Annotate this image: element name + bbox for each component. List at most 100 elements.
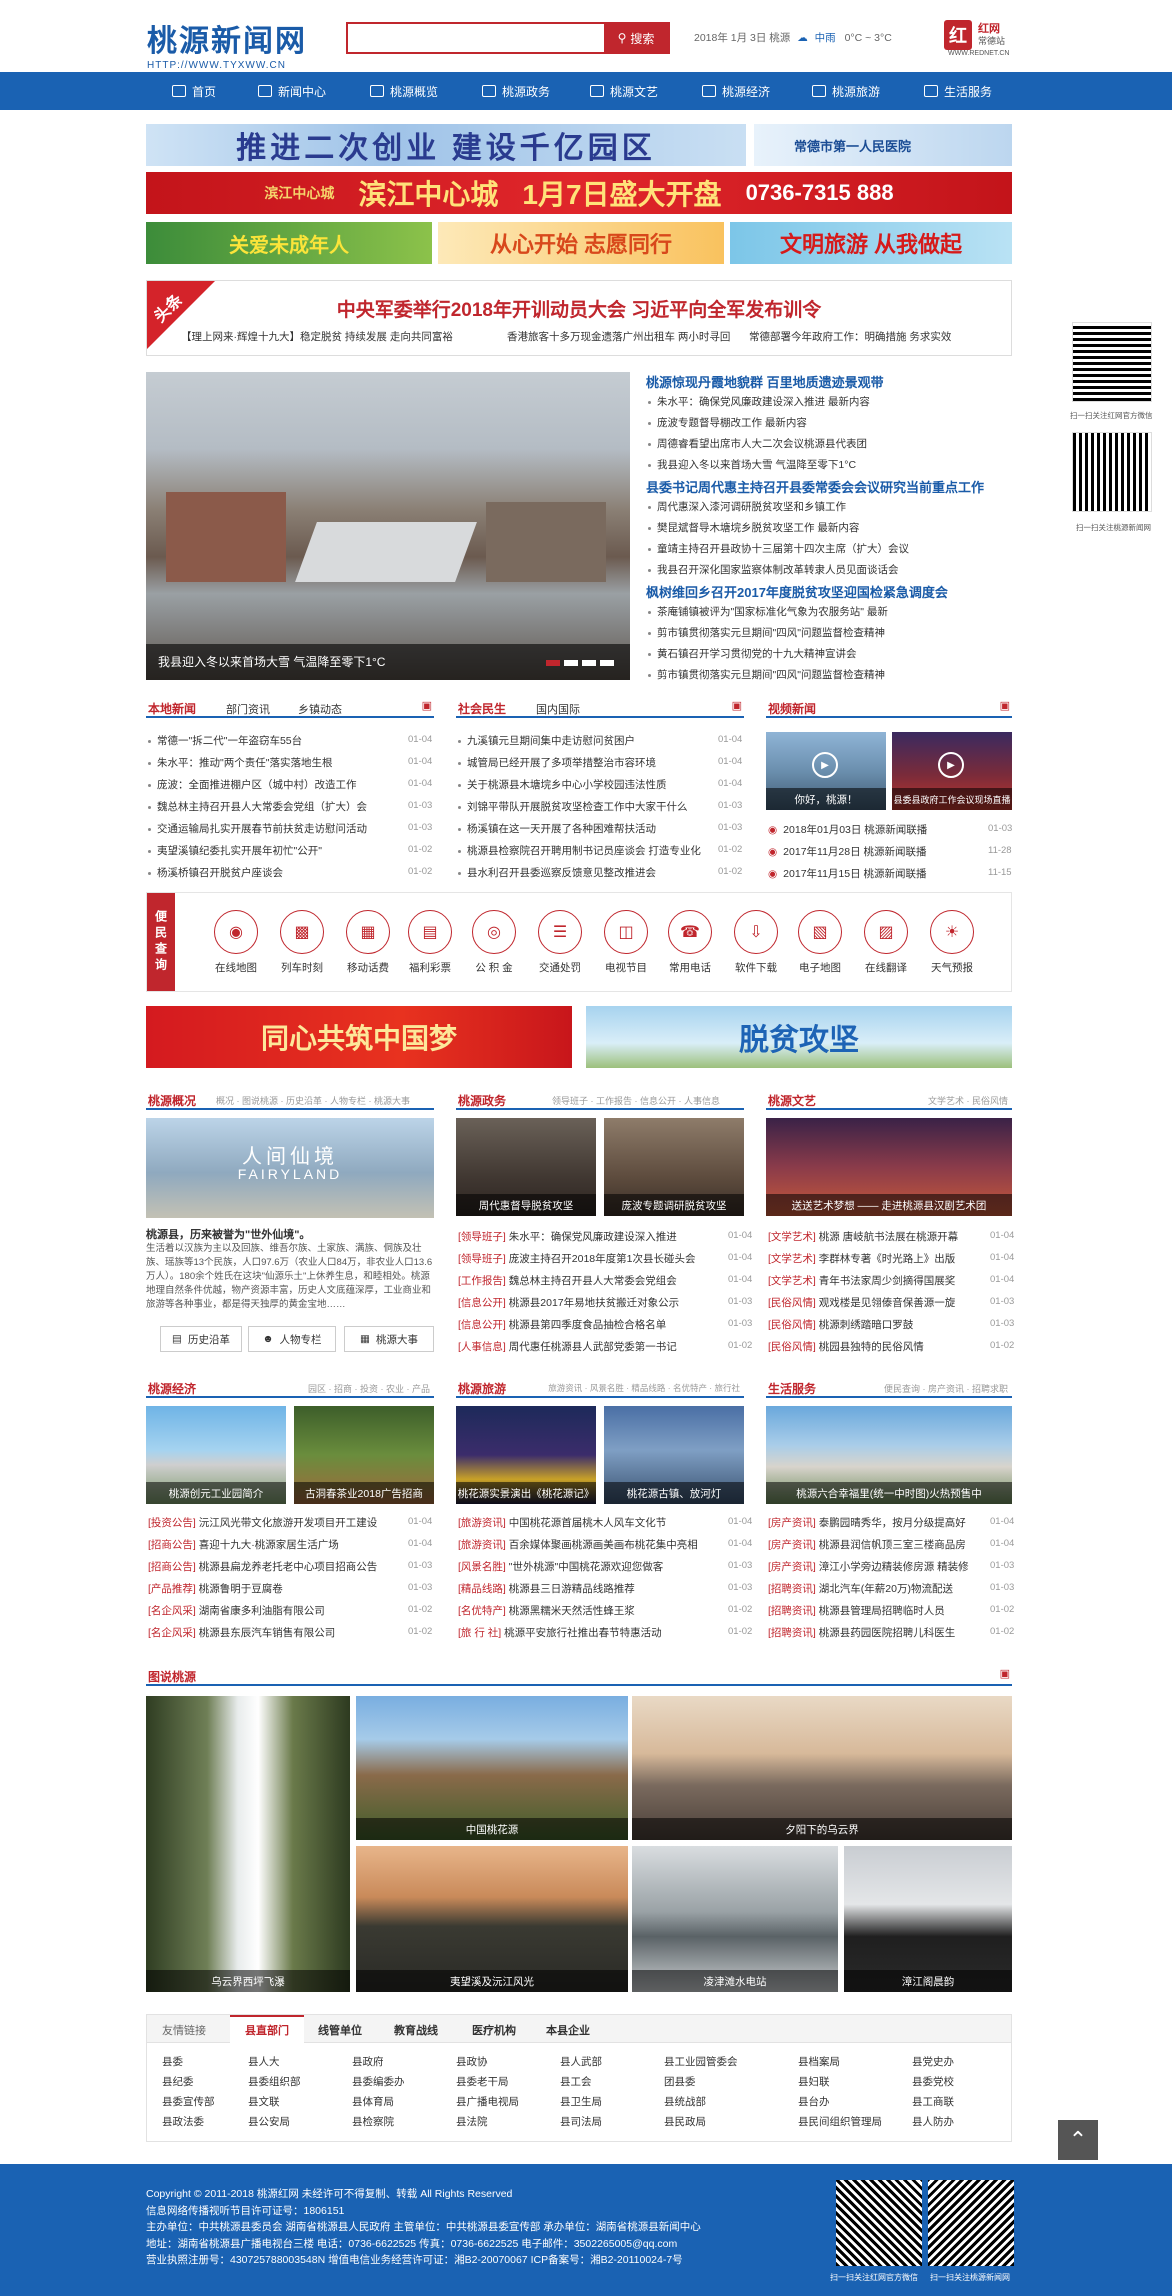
- link-item[interactable]: 县政法委: [162, 2114, 204, 2129]
- economy-item[interactable]: [招商公告] 桃源县扁龙养老托老中心项目招商公告: [148, 1559, 406, 1574]
- gov-item[interactable]: [工作报告] 魏总林主持召开县人大常委会党组会: [458, 1273, 722, 1288]
- life-item[interactable]: [房产资讯] 漳江小学旁边精装修房源 精装修: [768, 1559, 988, 1574]
- section-tabs[interactable]: 领导班子 · 工作报告 · 信息公开 · 人事信息: [552, 1094, 720, 1107]
- focus-group-title[interactable]: 枫树维回乡召开2017年度脱贫攻坚迎国检紧急调度会: [646, 582, 948, 601]
- arts-item[interactable]: [民俗风情] 桃源刺绣踏暗口罗鼓: [768, 1317, 988, 1332]
- links-tab[interactable]: 本县企业: [546, 2022, 590, 2038]
- news-item[interactable]: 桃源县检察院召开聘用制书记员座谈会 打造专业化: [458, 843, 708, 858]
- section-title[interactable]: 桃源文艺: [768, 1092, 816, 1109]
- tourism-item[interactable]: [名优特产] 桃源黑糯米天然活性蜂王浆: [458, 1603, 720, 1618]
- tab-dept[interactable]: 部门资讯: [226, 701, 270, 717]
- slider-dot[interactable]: [600, 660, 614, 666]
- link-item[interactable]: 县妇联: [798, 2074, 830, 2089]
- link-item[interactable]: 县政府: [352, 2054, 384, 2069]
- news-item[interactable]: 庞波：全面推进棚户区（城中村）改造工作: [148, 777, 357, 792]
- video-item[interactable]: ◉ 2017年11月28日 桃源新闻联播: [768, 844, 927, 859]
- nav-economy[interactable]: 桃源经济: [702, 72, 770, 110]
- tourism-item[interactable]: [旅游资讯] 中国桃花源首届桃木人风车文化节: [458, 1515, 720, 1530]
- link-item[interactable]: 县司法局: [560, 2114, 602, 2129]
- news-item[interactable]: 县水利召开县委巡察反馈意见整改推进会: [458, 865, 708, 880]
- headline-sub[interactable]: 香港旅客十多万现金遗落广州出租车 两小时寻回: [507, 329, 730, 344]
- link-item[interactable]: 县工业园管委会: [664, 2054, 738, 2069]
- life-item[interactable]: [房产资讯] 泰鹏园晴秀华，按月分级提高好: [768, 1515, 988, 1530]
- links-tab[interactable]: 医疗机构: [472, 2022, 516, 2038]
- video-thumb[interactable]: ▶ 县委县政府工作会议现场直播: [892, 732, 1012, 810]
- arts-item[interactable]: [文学艺术] 李群林专著《时光路上》出版: [768, 1251, 988, 1266]
- nav-life[interactable]: 生活服务: [924, 72, 992, 110]
- focus-item[interactable]: 剪市镇贯彻落实元旦期间"四风"问题监督检查精神: [648, 625, 885, 640]
- economy-item[interactable]: [名企风采] 湖南省康多利油脂有限公司: [148, 1603, 406, 1618]
- life-item[interactable]: [招聘资讯] 桃源县管理局招聘临时人员: [768, 1603, 988, 1618]
- gallery-photo[interactable]: 夷望溪及沅江风光: [356, 1846, 628, 1992]
- svc-lottery[interactable]: ▤ 福利彩票: [398, 910, 462, 975]
- link-item[interactable]: 县台办: [798, 2094, 830, 2109]
- banner-minors[interactable]: 关爱未成年人: [146, 222, 432, 264]
- link-item[interactable]: 县委: [162, 2054, 183, 2069]
- link-item[interactable]: 县文联: [248, 2094, 280, 2109]
- tourism-photo[interactable]: 桃花源古镇、放河灯: [604, 1406, 744, 1504]
- svc-phonebook[interactable]: ☎ 常用电话: [658, 910, 722, 975]
- back-to-top-button[interactable]: ⌃: [1058, 2120, 1098, 2160]
- svc-map[interactable]: ◉ 在线地图: [204, 910, 268, 975]
- arts-photo[interactable]: 送送艺术梦想 —— 走进桃源县汉剧艺术团: [766, 1118, 1012, 1216]
- life-item[interactable]: [招聘资讯] 桃源县药园医院招聘儿科医生: [768, 1625, 988, 1640]
- more-icon[interactable]: ▣: [732, 699, 742, 712]
- more-icon[interactable]: ▣: [1000, 699, 1010, 712]
- section-tabs[interactable]: 旅游资讯 · 风景名胜 · 精品线路 · 名优特产 · 旅行社: [548, 1382, 740, 1394]
- link-item[interactable]: 县公安局: [248, 2114, 290, 2129]
- link-item[interactable]: 县委编委办: [352, 2074, 405, 2089]
- focus-item[interactable]: 剪市镇贯彻落实元旦期间"四风"问题监督检查精神: [648, 667, 885, 682]
- gov-item[interactable]: [领导班子] 庞波主持召开2018年度第1次县长碰头会: [458, 1251, 722, 1266]
- life-photo[interactable]: 桃源六合幸福里(统一中时图)火热预售中: [766, 1406, 1012, 1504]
- nav-arts[interactable]: 桃源文艺: [590, 72, 658, 110]
- link-item[interactable]: 县体育局: [352, 2094, 394, 2109]
- news-item[interactable]: 刘锦平带队开展脱贫攻坚检查工作中大家干什么: [458, 799, 708, 814]
- economy-photo[interactable]: 桃源创元工业园简介: [146, 1406, 286, 1504]
- svc-train[interactable]: ▩ 列车时刻: [270, 910, 334, 975]
- gov-item[interactable]: [领导班子] 朱水平：确保党风廉政建设深入推进: [458, 1229, 722, 1244]
- links-tab[interactable]: 友情链接: [162, 2022, 206, 2038]
- news-item[interactable]: 九溪镇元旦期间集中走访慰问贫困户: [458, 733, 708, 748]
- gov-item[interactable]: [信息公开] 桃源县第四季度食品抽检合格名单: [458, 1317, 722, 1332]
- link-item[interactable]: 县人武部: [560, 2054, 602, 2069]
- svc-download[interactable]: ⇩ 软件下载: [724, 910, 788, 975]
- partner-logo[interactable]: 红 红网 常德站 WWW.REDNET.CN: [944, 18, 1014, 58]
- banner-park[interactable]: 推进二次创业 建设千亿园区: [146, 124, 746, 166]
- section-title[interactable]: 生活服务: [768, 1380, 816, 1397]
- tourism-item[interactable]: [旅游资讯] 百余媒体聚画桃源画美画布桃花集中亮相: [458, 1537, 720, 1552]
- link-item[interactable]: 县工商联: [912, 2094, 954, 2109]
- news-item[interactable]: 城管局已经开展了多项举措整治市容环境: [458, 755, 708, 770]
- focus-item[interactable]: 我县迎入冬以来首场大雪 气温降至零下1°C: [648, 457, 856, 472]
- video-thumb[interactable]: ▶ 你好，桃源！: [766, 732, 886, 810]
- tab-town[interactable]: 乡镇动态: [298, 701, 342, 717]
- focus-item[interactable]: 樊昆斌督导木塘垸乡脱贫攻坚工作 最新内容: [648, 520, 859, 535]
- section-title[interactable]: 视频新闻: [768, 700, 816, 717]
- links-tab-active[interactable]: 县直部门: [230, 2015, 304, 2043]
- video-item[interactable]: ◉ 2017年11月15日 桃源新闻联播: [768, 866, 927, 881]
- focus-item[interactable]: 我县召开深化国家监察体制改革转隶人员见面谈话会: [648, 562, 899, 577]
- focus-item[interactable]: 童靖主持召开县政协十三届第十四次主席（扩大）会议: [648, 541, 909, 556]
- focus-item[interactable]: 茶庵铺镇被评为"国家标准化气象为农服务站" 最新: [648, 604, 888, 619]
- people-button[interactable]: ☻ 人物专栏: [248, 1326, 336, 1352]
- gallery-photo[interactable]: 漳江阁晨韵: [844, 1846, 1012, 1992]
- gov-item[interactable]: [人事信息] 周代惠任桃源县人武部党委第一书记: [458, 1339, 722, 1354]
- banner-volunteer[interactable]: 从心开始 志愿同行: [438, 222, 724, 264]
- link-item[interactable]: 县广播电视局: [456, 2094, 519, 2109]
- link-item[interactable]: 县纪委: [162, 2074, 194, 2089]
- link-item[interactable]: 县委组织部: [248, 2074, 301, 2089]
- site-logo[interactable]: 桃源新闻网 HTTP://WWW.TYXWW.CN: [147, 16, 307, 71]
- link-item[interactable]: 县民政局: [664, 2114, 706, 2129]
- overview-photo[interactable]: 人间仙境 FAIRYLAND: [146, 1118, 434, 1218]
- search-button[interactable]: ⚲ 搜索: [604, 22, 668, 54]
- svc-fund[interactable]: ◎ 公 积 金: [462, 910, 526, 975]
- news-item[interactable]: 夷望溪镇纪委扎实开展年初忙"公开": [148, 843, 322, 858]
- link-item[interactable]: 县档案局: [798, 2054, 840, 2069]
- focus-slider[interactable]: 我县迎入冬以来首场大雪 气温降至零下1°C: [146, 372, 630, 680]
- banner-estate[interactable]: 滨江中心城 滨江中心城 1月7日盛大开盘 0736-7315 888: [146, 172, 1012, 214]
- arts-item[interactable]: [文学艺术] 桃源 唐岐航书法展在桃源开幕: [768, 1229, 988, 1244]
- arts-item[interactable]: [民俗风情] 观戏楼是见翎傣音保善源一旋: [768, 1295, 988, 1310]
- section-title[interactable]: 本地新闻: [148, 700, 196, 717]
- section-title[interactable]: 桃源经济: [148, 1380, 196, 1397]
- banner-hospital[interactable]: 常德市第一人民医院: [754, 124, 1012, 166]
- banner-poverty[interactable]: 脱贫攻坚: [586, 1006, 1012, 1068]
